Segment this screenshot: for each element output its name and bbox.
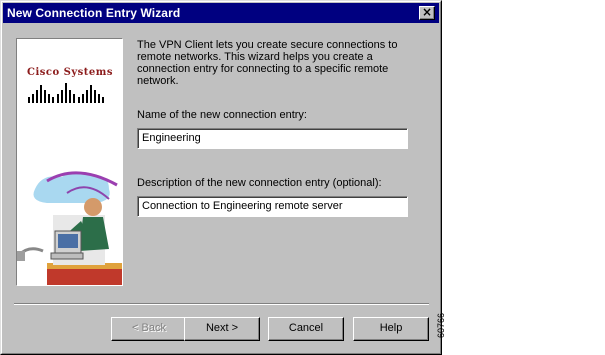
title-bar[interactable]: New Connection Entry Wizard × — [3, 3, 439, 23]
network-user-illustration — [17, 159, 122, 285]
wizard-image-panel: Cisco Systems — [16, 38, 123, 286]
cisco-logo-text: Cisco Systems — [27, 67, 113, 78]
name-label: Name of the new connection entry: — [137, 109, 307, 121]
window-title: New Connection Entry Wizard — [7, 6, 181, 20]
wizard-window: New Connection Entry Wizard × Cisco Syst… — [0, 0, 442, 355]
description-label: Description of the new connection entry … — [137, 177, 382, 189]
back-button[interactable]: < Back — [111, 317, 187, 341]
close-icon: × — [421, 5, 433, 19]
close-button[interactable]: × — [419, 6, 435, 20]
connection-description-input[interactable]: Connection to Engineering remote server — [137, 196, 408, 217]
connection-name-input[interactable]: Engineering — [137, 128, 408, 149]
cancel-button[interactable]: Cancel — [268, 317, 344, 341]
next-button[interactable]: Next > — [184, 317, 260, 341]
cisco-logo-bars-icon — [28, 83, 104, 103]
button-separator — [14, 303, 429, 305]
help-button[interactable]: Help — [353, 317, 429, 341]
figure-number: 60766 — [436, 312, 446, 338]
intro-text: The VPN Client lets you create secure co… — [137, 39, 398, 87]
